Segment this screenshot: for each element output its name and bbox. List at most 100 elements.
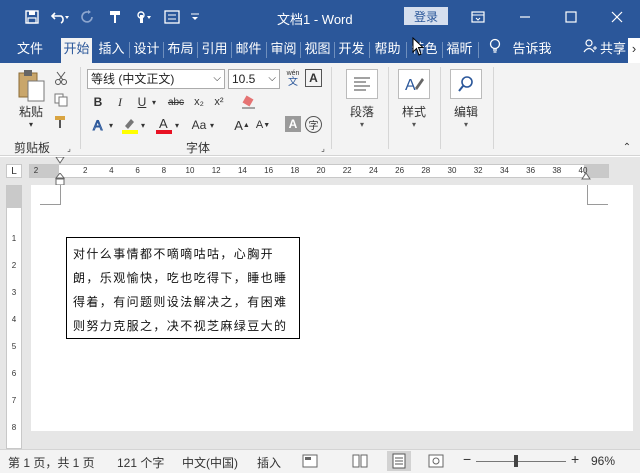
format-painter-icon[interactable] — [102, 7, 130, 27]
character-shading-button[interactable]: A — [285, 116, 301, 132]
tab-layout[interactable]: 布局 — [165, 38, 196, 63]
paste-button[interactable]: 粘贴 — [14, 103, 48, 119]
paragraph-button[interactable]: 段落 ▾ — [340, 67, 384, 129]
copy-icon[interactable] — [52, 91, 70, 109]
svg-text:A: A — [405, 77, 416, 94]
tab-view[interactable]: 视图 — [302, 38, 333, 63]
format-painter-icon[interactable] — [52, 113, 70, 131]
save-icon[interactable] — [18, 7, 46, 27]
first-line-indent-marker[interactable] — [55, 157, 65, 165]
close-icon[interactable] — [594, 0, 640, 33]
editing-button[interactable]: 编辑 ▾ — [444, 67, 488, 129]
character-border-button[interactable]: A — [305, 69, 322, 87]
share-user-icon[interactable] — [582, 38, 598, 63]
share-button[interactable]: 共享 — [598, 38, 628, 63]
editing-label: 编辑 — [453, 105, 478, 119]
shrink-font-label: A — [255, 119, 264, 131]
customize-qat-icon[interactable] — [186, 7, 204, 27]
tab-mailings[interactable]: 邮件 — [233, 38, 264, 63]
maximize-icon[interactable] — [548, 0, 594, 33]
ribbon-display-options-icon[interactable] — [455, 0, 501, 33]
ruler-tick-label: 6 — [135, 166, 140, 175]
cut-icon[interactable] — [52, 69, 70, 87]
font-color-icon[interactable]: A — [154, 115, 174, 135]
crop-mark-top-right — [587, 185, 608, 205]
read-mode-icon[interactable] — [352, 453, 368, 472]
right-indent-marker[interactable] — [581, 173, 591, 181]
ruler-tick-label: 32 — [473, 166, 483, 175]
redo-icon[interactable] — [74, 7, 102, 27]
tab-review[interactable]: 审阅 — [268, 38, 299, 63]
zoom-in-button[interactable]: + — [571, 451, 579, 467]
underline-button[interactable]: U — [133, 93, 151, 111]
ruler-tick-label: 10 — [185, 166, 195, 175]
zoom-slider[interactable] — [476, 461, 566, 462]
undo-icon[interactable] — [46, 7, 74, 27]
print-layout-icon[interactable] — [387, 451, 411, 471]
zoom-level[interactable]: 96% — [591, 454, 615, 468]
chevron-down-icon: ⌵ — [268, 73, 276, 84]
superscript-button[interactable]: x² — [210, 93, 228, 111]
paste-dropdown-icon[interactable]: ▾ — [14, 119, 48, 129]
search-icon — [450, 69, 482, 99]
tab-file[interactable]: 文件 — [10, 38, 50, 63]
italic-button[interactable]: I — [111, 93, 129, 111]
macro-record-icon[interactable] — [302, 453, 318, 472]
collapse-ribbon-icon[interactable]: ⌃ — [620, 141, 634, 153]
clipboard-launcher-icon[interactable]: ⌟ — [64, 143, 74, 153]
tab-help[interactable]: 帮助 — [372, 38, 403, 63]
touch-mode-icon[interactable] — [130, 7, 158, 27]
vruler-top-margin — [7, 186, 21, 208]
phonetic-guide-button[interactable]: wén 文 — [284, 67, 302, 89]
tab-foxit[interactable]: 福昕 — [444, 38, 475, 63]
styles-button[interactable]: A 样式 ▾ — [392, 67, 436, 129]
tell-me-search[interactable]: 告诉我 — [510, 38, 554, 63]
tab-design[interactable]: 设计 — [131, 38, 162, 63]
tab-insert[interactable]: 插入 — [96, 38, 127, 63]
text-box[interactable]: 对什么事情都不嘀嘀咕咕，心胸开 朗，乐观愉快，吃也吃得下，睡也睡 得着，有问题则… — [66, 237, 300, 339]
insert-mode-indicator[interactable]: 插入 — [257, 454, 281, 471]
tab-references[interactable]: 引用 — [199, 38, 230, 63]
form-icon[interactable] — [158, 7, 186, 27]
clear-formatting-icon[interactable] — [240, 93, 258, 111]
font-size-select[interactable]: 10.5 ⌵ — [228, 69, 280, 89]
tab-developer[interactable]: 开发 — [336, 38, 367, 63]
font-launcher-icon[interactable]: ⌟ — [318, 143, 328, 153]
text-box-line: 朗，乐观愉快，吃也吃得下，睡也睡 — [73, 271, 288, 285]
vertical-ruler[interactable]: 1 2 3 4 5 6 7 8 — [6, 185, 22, 449]
page-count[interactable]: 第 1 页，共 1 页 — [8, 454, 95, 471]
web-layout-icon[interactable] — [428, 453, 444, 472]
ruler-tick-label: 4 — [109, 166, 114, 175]
language-indicator[interactable]: 中文(中国) — [182, 454, 238, 471]
tab-home[interactable]: 开始 — [61, 38, 92, 63]
text-box-line: 得着，有问题则设法解决之，有困难 — [73, 295, 288, 309]
strikethrough-button[interactable]: abc — [164, 93, 188, 111]
bold-button[interactable]: B — [89, 93, 107, 111]
shrink-font-button[interactable]: A ▼ — [254, 115, 272, 135]
underline-dropdown-icon[interactable]: ▾ — [150, 93, 158, 111]
login-button[interactable]: 登录 — [404, 7, 448, 25]
zoom-slider-thumb[interactable] — [514, 455, 518, 467]
paste-icon[interactable] — [14, 69, 48, 103]
subscript-button[interactable]: x₂ — [190, 93, 208, 111]
font-color-dropdown-icon[interactable]: ▾ — [173, 115, 181, 135]
change-case-dropdown-icon[interactable]: ▾ — [208, 115, 216, 135]
horizontal-ruler[interactable]: 2 2 4 6 8 10 12 14 16 18 20 22 24 26 28 30 32 34 36 38 40 — [29, 164, 609, 178]
ribbon-scroll-right-icon[interactable]: › — [628, 38, 640, 63]
lightbulb-icon[interactable] — [486, 38, 504, 63]
highlight-color-icon[interactable] — [120, 115, 140, 135]
document-title: 文档1 - Word — [277, 12, 353, 27]
grow-font-button[interactable]: A ▲ — [233, 115, 251, 135]
font-name-select[interactable]: 等线 (中文正文) ⌵ — [87, 69, 225, 89]
zoom-out-button[interactable]: − — [463, 451, 471, 467]
text-effects-dropdown-icon[interactable]: ▾ — [107, 115, 115, 135]
ruler-tick-label: 24 — [368, 166, 378, 175]
enclose-characters-button[interactable]: 字 — [305, 116, 322, 133]
highlight-dropdown-icon[interactable]: ▾ — [139, 115, 147, 135]
text-effects-icon[interactable]: A — [89, 115, 109, 135]
word-count[interactable]: 121 个字 — [117, 454, 164, 471]
minimize-icon[interactable] — [502, 0, 548, 33]
change-case-button[interactable]: Aa — [188, 115, 210, 135]
ruler-tick-label: 22 — [342, 166, 352, 175]
tab-selector[interactable]: L — [6, 164, 22, 178]
